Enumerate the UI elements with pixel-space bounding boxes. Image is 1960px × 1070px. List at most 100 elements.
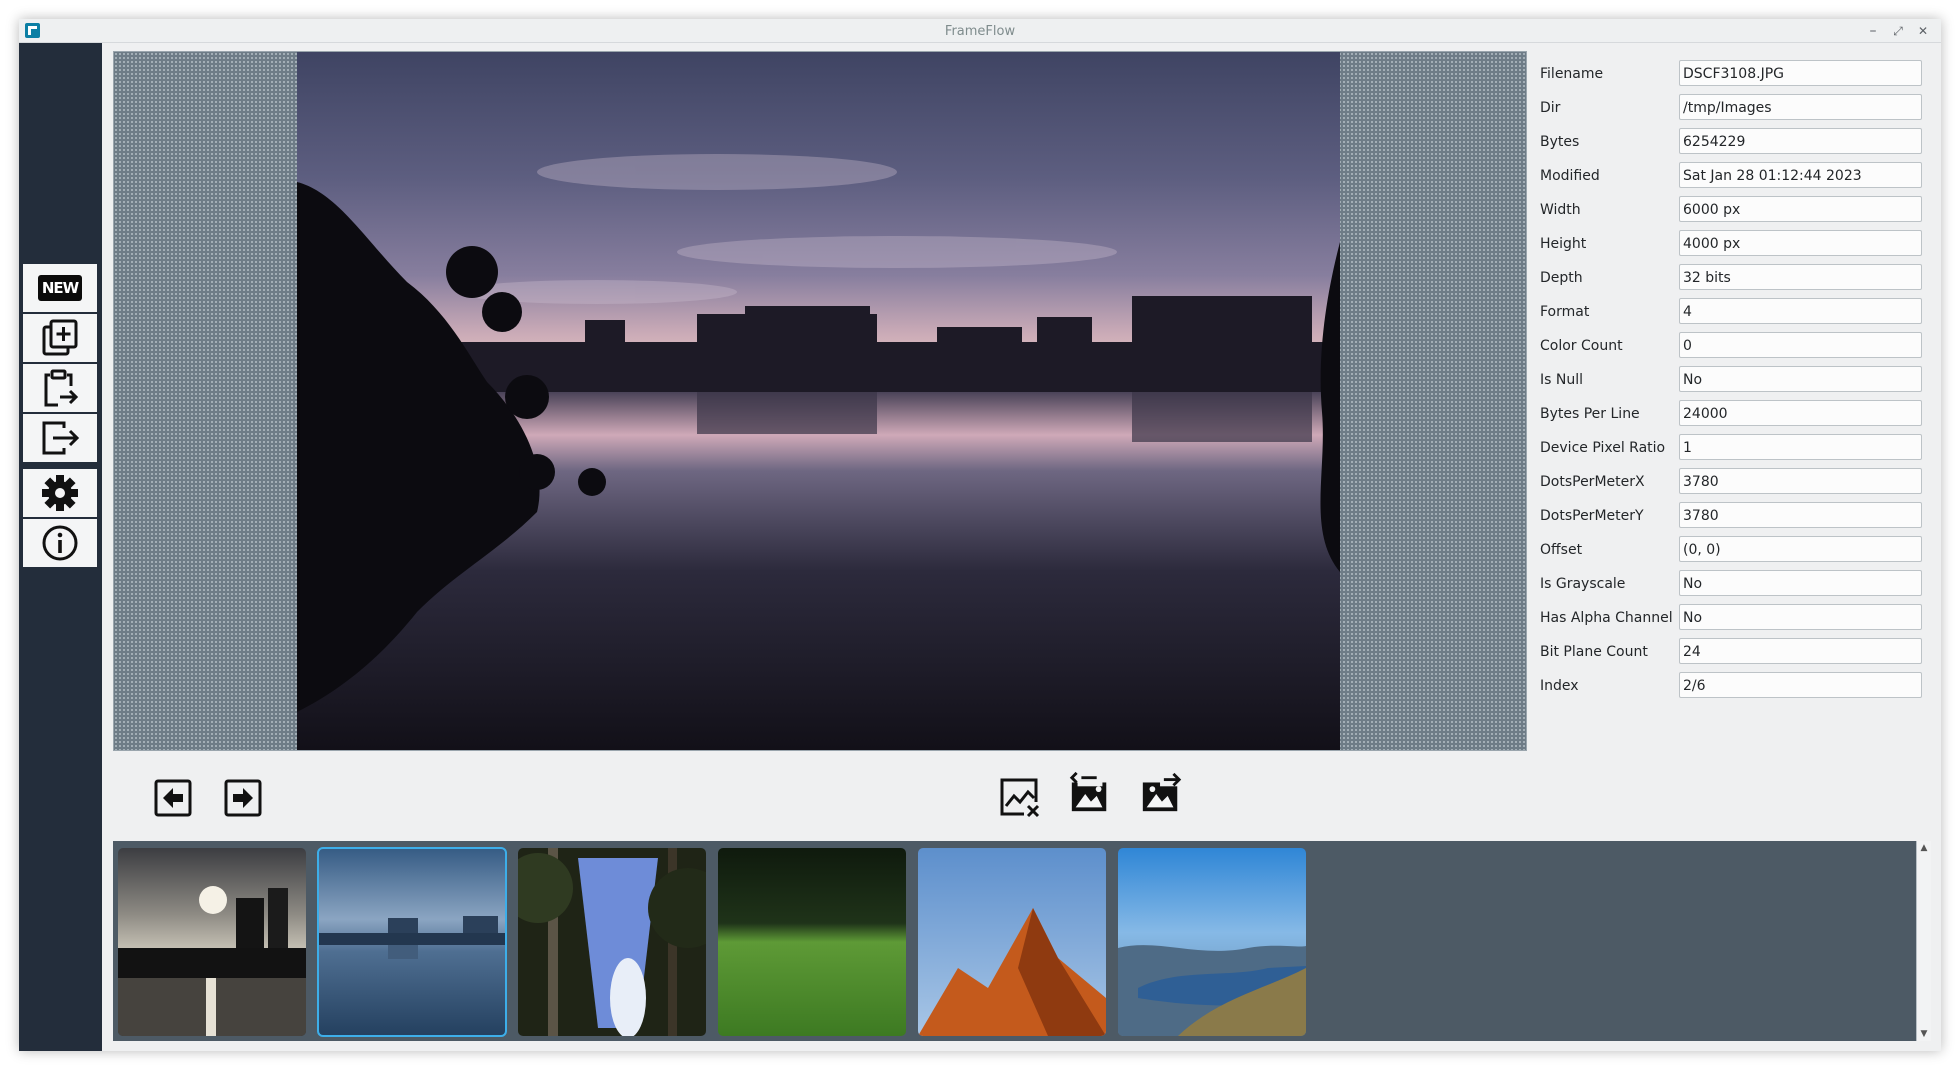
property-value-field[interactable]: (0, 0) [1679,536,1922,562]
thumbnail-strip: ▲ ▼ [113,841,1931,1041]
import-image-button[interactable] [1068,771,1112,815]
property-row: Modified Sat Jan 28 01:12:44 2023 [1540,162,1930,190]
sidebar: NEW [19,43,102,1051]
thumbnail-image-sunset-lake-towers [118,848,306,1036]
info-icon [42,525,78,561]
image-remove-icon [1000,778,1040,818]
app-window: FrameFlow – ⤢ ✕ NEW Filename DSCF3108.JP… [19,19,1941,1051]
property-row: Device Pixel Ratio 1 [1540,434,1930,462]
paste-button[interactable] [23,364,97,412]
maximize-button[interactable]: ⤢ [1888,21,1908,41]
property-value-field[interactable]: No [1679,570,1922,596]
property-row: DotsPerMeterY 3780 [1540,502,1930,530]
scroll-up-icon[interactable]: ▲ [1917,841,1931,855]
property-row: Depth 32 bits [1540,264,1930,292]
property-row: Filename DSCF3108.JPG [1540,60,1930,88]
previous-button[interactable] [151,776,195,820]
property-row: Format 4 [1540,298,1930,326]
property-value-field[interactable]: 3780 [1679,468,1922,494]
next-button[interactable] [221,776,265,820]
property-value-field[interactable]: 0 [1679,332,1922,358]
property-label: Has Alpha Channel [1540,610,1673,626]
property-row: Color Count 0 [1540,332,1930,360]
property-label: DotsPerMeterX [1540,474,1645,490]
thumbnail[interactable] [518,848,706,1036]
property-value-field[interactable]: 32 bits [1679,264,1922,290]
settings-button[interactable] [23,469,97,517]
property-value-field[interactable]: 2/6 [1679,672,1922,698]
arrow-left-box-icon [154,779,192,817]
property-value-field[interactable]: /tmp/Images [1679,94,1922,120]
property-value-field[interactable]: 3780 [1679,502,1922,528]
about-button[interactable] [23,519,97,567]
property-value-field[interactable]: 6254229 [1679,128,1922,154]
property-label: DotsPerMeterY [1540,508,1644,524]
thumbnail[interactable] [718,848,906,1036]
property-value-field[interactable]: 24000 [1679,400,1922,426]
property-row: Index 2/6 [1540,672,1930,700]
property-row: Is Null No [1540,366,1930,394]
add-copy-icon [42,319,78,356]
export-icon [42,421,80,455]
close-button[interactable]: ✕ [1913,21,1933,41]
arrow-right-box-icon [224,779,262,817]
property-row: Offset (0, 0) [1540,536,1930,564]
thumbnail-image-forest-canopy-sky [518,848,706,1036]
thumbnail-image-green-field [718,848,906,1036]
property-value-field[interactable]: 4000 px [1679,230,1922,256]
export-image-button[interactable] [1139,771,1183,815]
controls-bar [113,755,1931,841]
property-label: Offset [1540,542,1583,558]
thumbnail-image-lake-reflection-dusk [318,848,506,1036]
export-button[interactable] [23,414,97,462]
property-label: Bit Plane Count [1540,644,1648,660]
property-label: Depth [1540,270,1583,286]
thumbnail-scrollbar[interactable]: ▲ ▼ [1916,841,1931,1041]
property-row: DotsPerMeterX 3780 [1540,468,1930,496]
property-value-field[interactable]: 24 [1679,638,1922,664]
thumbnail-selected[interactable] [317,847,507,1037]
property-label: Modified [1540,168,1600,184]
new-button[interactable]: NEW [23,264,97,312]
property-label: Device Pixel Ratio [1540,440,1666,456]
property-row: Has Alpha Channel No [1540,604,1930,632]
property-value-field[interactable]: 4 [1679,298,1922,324]
property-row: Bytes 6254229 [1540,128,1930,156]
property-row: Is Grayscale No [1540,570,1930,598]
thumbnail[interactable] [918,848,1106,1036]
property-label: Is Grayscale [1540,576,1626,592]
property-label: Bytes [1540,134,1580,150]
property-label: Filename [1540,66,1604,82]
property-label: Width [1540,202,1581,218]
gear-icon [42,475,78,511]
thumbnail-image-orange-rock-peak [918,848,1106,1036]
paste-icon [44,369,79,407]
image-export-icon [1142,772,1182,812]
property-value-field[interactable]: No [1679,366,1922,392]
image-import-icon [1069,771,1107,812]
property-label: Dir [1540,100,1561,116]
property-value-field[interactable]: 1 [1679,434,1922,460]
thumbnail[interactable] [118,848,306,1036]
property-value-field[interactable]: Sat Jan 28 01:12:44 2023 [1679,162,1922,188]
property-value-field[interactable]: DSCF3108.JPG [1679,60,1922,86]
property-value-field[interactable]: 6000 px [1679,196,1922,222]
property-row: Bit Plane Count 24 [1540,638,1930,666]
add-images-button[interactable] [23,314,97,362]
property-label: Color Count [1540,338,1623,354]
title-bar: FrameFlow – ⤢ ✕ [19,19,1941,43]
property-row: Height 4000 px [1540,230,1930,258]
window-title: FrameFlow [944,24,1016,39]
property-label: Bytes Per Line [1540,406,1640,422]
thumbnail[interactable] [1118,848,1306,1036]
property-row: Dir /tmp/Images [1540,94,1930,122]
remove-image-button[interactable] [998,776,1042,820]
new-icon: NEW [37,275,83,301]
property-value-field[interactable]: No [1679,604,1922,630]
minimize-button[interactable]: – [1863,21,1883,41]
image-viewer[interactable] [113,51,1527,751]
property-row: Width 6000 px [1540,196,1930,224]
property-label: Format [1540,304,1590,320]
scroll-down-icon[interactable]: ▼ [1917,1027,1931,1041]
property-row: Bytes Per Line 24000 [1540,400,1930,428]
